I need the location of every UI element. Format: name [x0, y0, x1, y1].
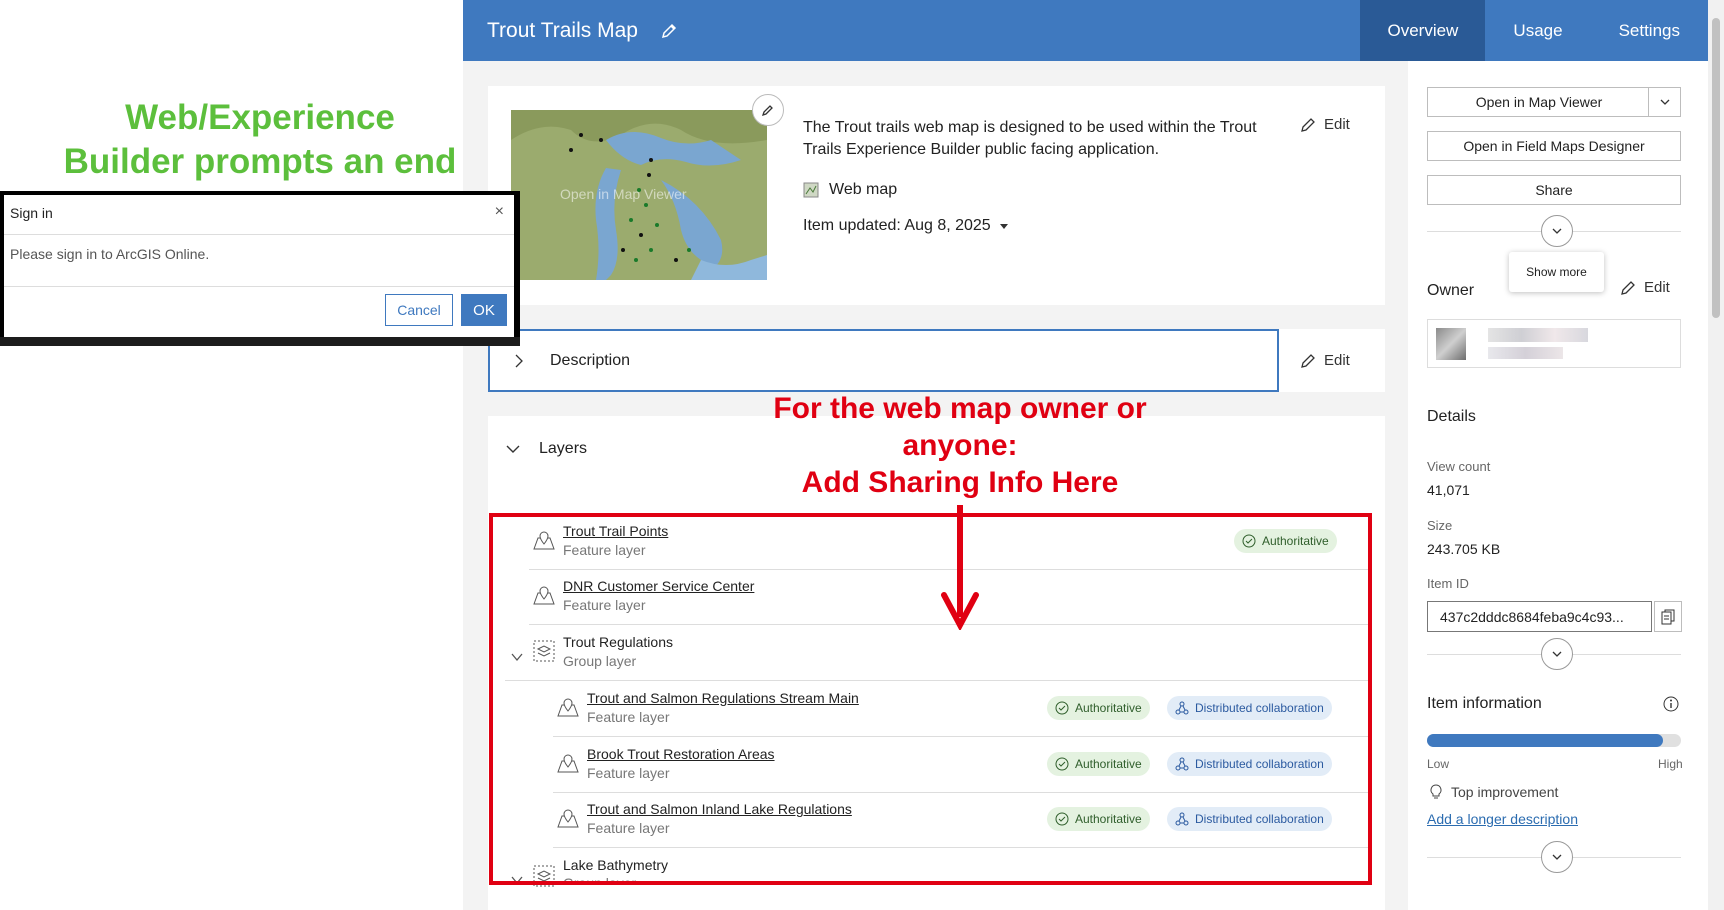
pencil-icon [1301, 353, 1315, 368]
item-information-heading: Item information [1427, 695, 1542, 712]
dialog-backdrop [0, 337, 520, 346]
info-icon[interactable] [1663, 696, 1679, 712]
meter-high-label: High [1658, 757, 1683, 771]
pencil-icon [1621, 280, 1635, 295]
item-header: Trout Trails Map Overview Usage Settings [463, 0, 1708, 61]
annotation-red-line: Add Sharing Info Here [801, 466, 1119, 499]
size-label: Size [1427, 518, 1453, 533]
annotation-highlight-box [489, 513, 1372, 885]
meter-fill [1427, 734, 1664, 747]
annotation-red-text: For the web map owner or anyone: Add Sha… [740, 390, 1180, 501]
page-scrollbar[interactable] [1708, 0, 1724, 910]
edit-label: Edit [1324, 116, 1350, 133]
item-type: Web map [803, 181, 897, 199]
show-more-button[interactable] [1541, 215, 1573, 247]
summary-edit-button[interactable]: Edit [1300, 116, 1350, 133]
size-value: 243.705 KB [1427, 541, 1501, 557]
edit-label: Edit [1644, 279, 1670, 296]
item-information-meter [1427, 734, 1681, 747]
item-id-label: Item ID [1427, 576, 1469, 591]
item-updated-toggle[interactable]: Item updated: Aug 8, 2025 [803, 217, 1009, 235]
thumbnail-overlay-text: Open in Map Viewer [560, 186, 687, 202]
chevron-down-icon [1552, 228, 1562, 234]
top-improvement-label: Top improvement [1451, 784, 1559, 800]
add-longer-description-link[interactable]: Add a longer description [1427, 811, 1578, 827]
owner-heading: Owner [1427, 282, 1475, 299]
pencil-icon [761, 105, 773, 117]
chevron-down-icon [1552, 651, 1562, 657]
description-section[interactable]: Description [488, 329, 1279, 392]
show-more-tooltip: Show more [1509, 252, 1604, 292]
pencil-icon [1301, 117, 1315, 132]
edit-label: Edit [1324, 352, 1350, 369]
annotation-red-line: For the web map owner or anyone: [773, 392, 1147, 462]
owner-name-redacted [1488, 328, 1588, 342]
top-improvement: Top improvement [1429, 784, 1558, 800]
header-tabs: Overview Usage Settings [1360, 0, 1708, 61]
page-root: Trout Trails Map Overview Usage Settings… [0, 0, 1724, 910]
divider [4, 286, 514, 287]
dialog-title: Sign in [10, 205, 53, 221]
caret-down-icon [999, 224, 1008, 229]
description-label: Description [550, 351, 631, 369]
owner-card[interactable] [1427, 319, 1681, 368]
web-map-icon [803, 182, 819, 198]
open-in-map-viewer-button[interactable]: Open in Map Viewer [1427, 87, 1681, 117]
view-count-value: 41,071 [1427, 482, 1470, 498]
details-expand-button[interactable] [1541, 638, 1573, 670]
item-summary: The Trout trails web map is designed to … [803, 119, 1257, 158]
ok-button[interactable]: OK [461, 294, 507, 326]
layers-section-toggle[interactable]: Layers [505, 440, 587, 458]
chevron-down-icon[interactable] [1648, 88, 1680, 116]
meter-low-label: Low [1427, 757, 1450, 771]
copy-icon [1661, 609, 1675, 624]
item-type-label: Web map [829, 181, 898, 198]
cancel-button[interactable]: Cancel [385, 294, 453, 326]
owner-username-redacted [1488, 347, 1563, 359]
button-label: Open in Map Viewer [1475, 94, 1603, 110]
tab-overview[interactable]: Overview [1360, 0, 1486, 61]
chevron-down-icon [506, 445, 520, 453]
share-button[interactable]: Share [1427, 175, 1681, 205]
divider [4, 234, 514, 235]
annotation-arrow-icon [941, 505, 979, 630]
item-updated-label: Item updated: Aug 8, 2025 [803, 217, 991, 234]
details-heading: Details [1427, 408, 1476, 425]
description-edit-button[interactable]: Edit [1300, 352, 1350, 369]
owner-edit-button[interactable]: Edit [1620, 279, 1670, 296]
tab-settings[interactable]: Settings [1591, 0, 1708, 61]
layers-heading: Layers [539, 440, 588, 457]
item-id-field[interactable]: 437c2dddc8684feba9c4c93... [1427, 601, 1652, 632]
copy-button[interactable] [1654, 601, 1682, 632]
view-count-label: View count [1427, 459, 1491, 474]
tab-usage[interactable]: Usage [1485, 0, 1590, 61]
lightbulb-icon [1430, 784, 1442, 799]
chevron-down-icon [1552, 854, 1562, 860]
open-in-field-maps-designer-button[interactable]: Open in Field Maps Designer [1427, 131, 1681, 161]
item-title: Trout Trails Map [487, 18, 638, 42]
item-information-expand-button[interactable] [1541, 841, 1573, 873]
avatar [1436, 328, 1466, 360]
pencil-icon[interactable] [660, 22, 678, 40]
chevron-right-icon [515, 354, 523, 367]
sign-in-dialog: Sign in × Please sign in to ArcGIS Onlin… [4, 195, 514, 337]
close-icon[interactable]: × [495, 203, 504, 221]
thumbnail-edit-button[interactable] [752, 94, 784, 126]
scrollbar-thumb[interactable] [1712, 18, 1720, 318]
dialog-message: Please sign in to ArcGIS Online. [10, 246, 210, 262]
